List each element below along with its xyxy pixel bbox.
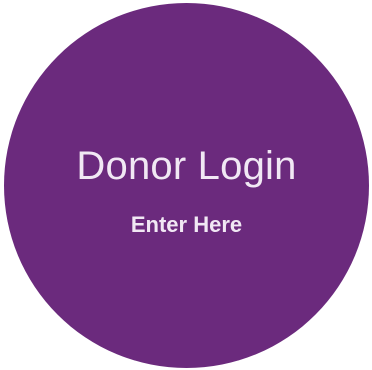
donor-login-button[interactable]: Donor Login Enter Here: [4, 3, 369, 368]
donor-login-title: Donor Login: [76, 143, 297, 188]
enter-here-label: Enter Here: [130, 211, 243, 237]
